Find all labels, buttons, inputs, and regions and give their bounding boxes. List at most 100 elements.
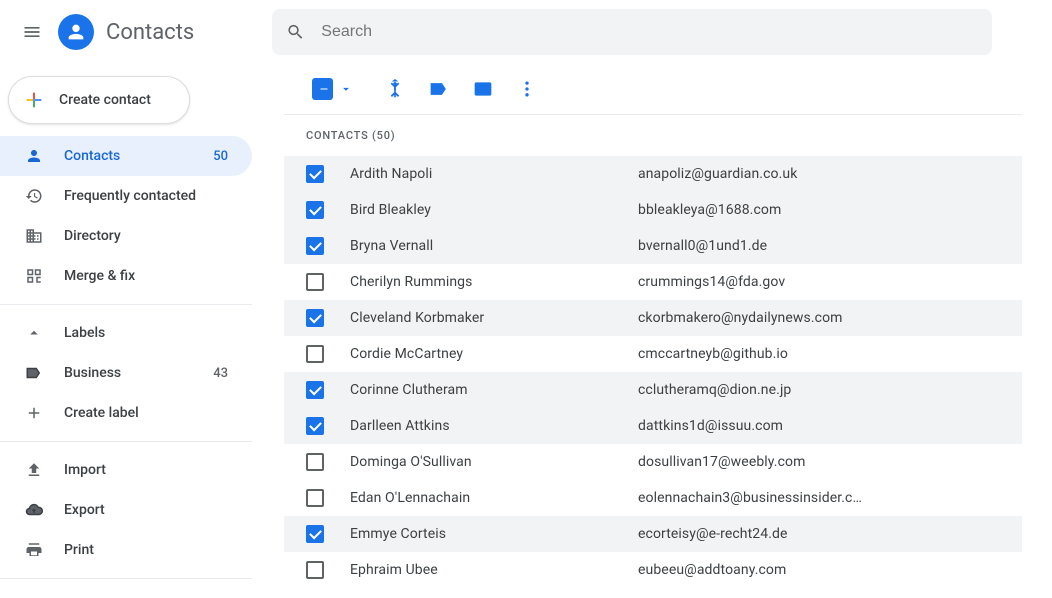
table-row[interactable]: Emmye Corteisecorteisy@e-recht24.de	[284, 516, 1022, 552]
checkbox[interactable]	[306, 273, 324, 291]
sidebar-item-frequently-contacted[interactable]: Frequently contacted	[0, 176, 252, 216]
label-item-business[interactable]: Business43	[0, 353, 252, 393]
person-icon	[65, 21, 87, 43]
nav-label: Print	[64, 542, 236, 558]
selection-dropdown[interactable]	[312, 78, 353, 100]
contact-name: Corinne Clutheram	[350, 382, 638, 398]
contact-name: Ephraim Ubee	[350, 562, 638, 578]
row-checkbox-cell	[306, 561, 350, 579]
contact-email: anapoliz@guardian.co.uk	[638, 166, 1022, 182]
row-checkbox-cell	[306, 273, 350, 291]
checkbox[interactable]	[306, 417, 324, 435]
contact-name: Bird Bleakley	[350, 202, 638, 218]
search-input[interactable]	[319, 22, 978, 42]
hamburger-icon	[22, 22, 42, 42]
checkbox[interactable]	[306, 561, 324, 579]
selection-indicator[interactable]	[312, 78, 333, 100]
nav-label: Directory	[64, 228, 236, 244]
row-checkbox-cell	[306, 417, 350, 435]
contact-email: eubeeu@addtoany.com	[638, 562, 1022, 578]
labels-header[interactable]: Labels	[0, 313, 252, 353]
divider	[0, 441, 252, 442]
row-checkbox-cell	[306, 381, 350, 399]
email-button[interactable]	[465, 71, 501, 107]
sidebar-item-contacts[interactable]: Contacts50	[0, 136, 252, 176]
contact-name: Cleveland Korbmaker	[350, 310, 638, 326]
contact-name: Cordie McCartney	[350, 346, 638, 362]
labels-list: Business43	[0, 353, 252, 393]
nav-label: Merge & fix	[64, 268, 236, 284]
checkbox[interactable]	[306, 237, 324, 255]
utility-item-export[interactable]: Export	[0, 490, 252, 530]
contact-email: eolennachain3@businessinsider.c…	[638, 490, 1022, 506]
utility-list: ImportExport Print	[0, 450, 252, 570]
create-label[interactable]: Create label	[0, 393, 252, 433]
table-row[interactable]: Cleveland Korbmakerckorbmakero@nydailyne…	[284, 300, 1022, 336]
utility-item-import[interactable]: Import	[0, 450, 252, 490]
divider	[0, 304, 252, 305]
checkbox[interactable]	[306, 165, 324, 183]
plus-icon	[23, 89, 45, 111]
checkbox[interactable]	[306, 525, 324, 543]
chevron-up-icon	[24, 323, 44, 343]
domain-icon	[24, 226, 44, 246]
nav-count: 43	[213, 366, 228, 381]
table-row[interactable]: Bryna Vernallbvernall0@1und1.de	[284, 228, 1022, 264]
contact-email: ckorbmakero@nydailynews.com	[638, 310, 1022, 326]
search-box[interactable]	[272, 9, 992, 55]
app-title: Contacts	[106, 20, 194, 45]
row-checkbox-cell	[306, 453, 350, 471]
table-row[interactable]: Darlleen Attkinsdattkins1d@issuu.com	[284, 408, 1022, 444]
utility-item-print[interactable]: Print	[0, 530, 252, 570]
contact-email: bbleakleya@1688.com	[638, 202, 1022, 218]
label-icon	[24, 363, 44, 383]
checkbox[interactable]	[306, 345, 324, 363]
more-button[interactable]	[509, 71, 545, 107]
checkbox[interactable]	[306, 309, 324, 327]
contact-email: dosullivan17@weebly.com	[638, 454, 1022, 470]
header: Contacts	[0, 0, 1052, 64]
table-row[interactable]: Ephraim Ubeeeubeeu@addtoany.com	[284, 552, 1022, 588]
contact-name: Cherilyn Rummings	[350, 274, 638, 290]
contact-name: Emmye Corteis	[350, 526, 638, 542]
sidebar: Create contact Contacts50 Frequently cont…	[0, 64, 260, 587]
checkbox[interactable]	[306, 453, 324, 471]
create-contact-label: Create contact	[59, 92, 151, 108]
nav-label: Frequently contacted	[64, 188, 236, 204]
table-row[interactable]: Cordie McCartneycmccartneyb@github.io	[284, 336, 1022, 372]
checkbox[interactable]	[306, 201, 324, 219]
section-header: CONTACTS (50)	[284, 115, 1022, 156]
contact-name: Dominga O'Sullivan	[350, 454, 638, 470]
sidebar-item-merge-fix[interactable]: Merge & fix	[0, 256, 252, 296]
caret-down-icon	[339, 82, 353, 96]
merge-icon	[385, 79, 405, 99]
merge-button[interactable]	[377, 71, 413, 107]
table-row[interactable]: Cherilyn Rummingscrummings14@fda.gov	[284, 264, 1022, 300]
label-button[interactable]	[421, 71, 457, 107]
contact-email: dattkins1d@issuu.com	[638, 418, 1022, 434]
sidebar-item-directory[interactable]: Directory	[0, 216, 252, 256]
contact-email: cclutheramq@dion.ne.jp	[638, 382, 1022, 398]
minus-icon	[318, 83, 330, 95]
contact-email: cmccartneyb@github.io	[638, 346, 1022, 362]
upload-icon	[24, 460, 44, 480]
table-row[interactable]: Dominga O'Sullivandosullivan17@weebly.co…	[284, 444, 1022, 480]
app-logo	[58, 14, 94, 50]
create-contact-button[interactable]: Create contact	[8, 76, 190, 124]
table-row[interactable]: Edan O'Lennachaineolennachain3@businessi…	[284, 480, 1022, 516]
contact-email: ecorteisy@e-recht24.de	[638, 526, 1022, 542]
person-icon	[24, 146, 44, 166]
main-menu-button[interactable]	[12, 12, 52, 52]
search-icon	[286, 22, 305, 42]
table-row[interactable]: Bird Bleakleybbleakleya@1688.com	[284, 192, 1022, 228]
mergefix-icon	[24, 266, 44, 286]
checkbox[interactable]	[306, 489, 324, 507]
contact-name: Bryna Vernall	[350, 238, 638, 254]
row-checkbox-cell	[306, 489, 350, 507]
checkbox[interactable]	[306, 381, 324, 399]
table-row[interactable]: Corinne Clutheramcclutheramq@dion.ne.jp	[284, 372, 1022, 408]
table-row[interactable]: Ardith Napolianapoliz@guardian.co.uk	[284, 156, 1022, 192]
row-checkbox-cell	[306, 237, 350, 255]
contacts-table: Ardith Napolianapoliz@guardian.co.ukBird…	[284, 156, 1022, 588]
history-icon	[24, 186, 44, 206]
